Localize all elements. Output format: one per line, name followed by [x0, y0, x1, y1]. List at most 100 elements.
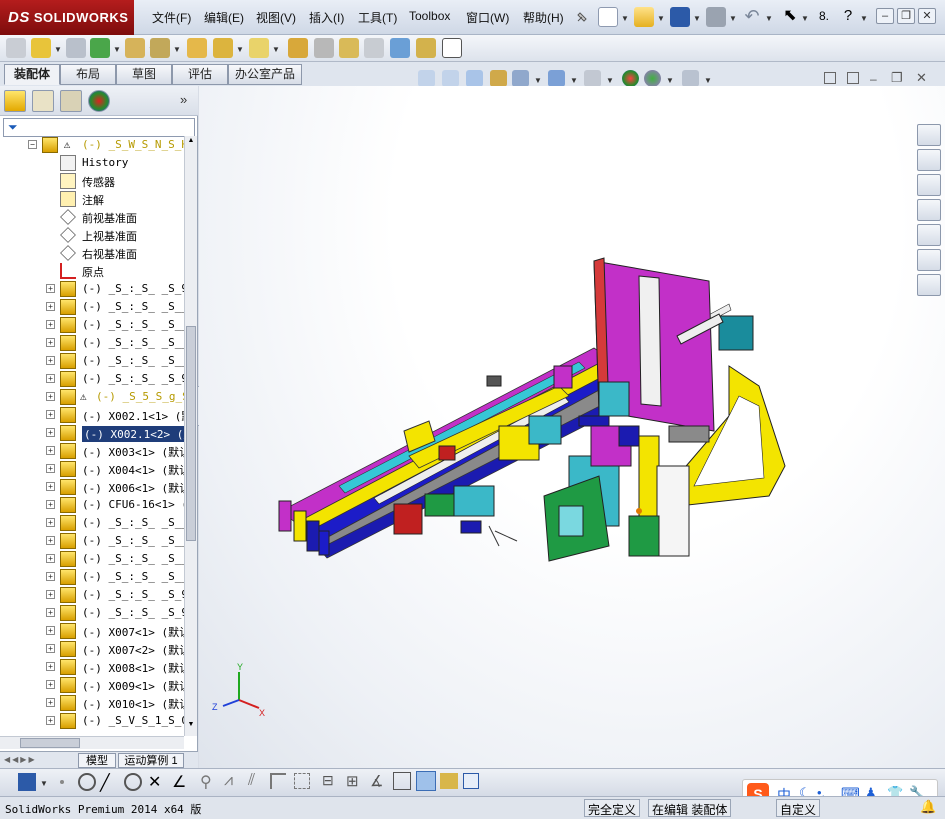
tree-item[interactable]: + (-) X002.1<1> (默: [0, 406, 184, 424]
tree-item[interactable]: + (-) X007<1> (默认: [0, 622, 184, 640]
scroll-down-arrow[interactable]: ▼: [186, 721, 196, 731]
viewport-tile-left-icon[interactable]: [824, 72, 836, 84]
display-manager-tab-icon[interactable]: [88, 90, 110, 112]
tree-item[interactable]: + (-) _S_:_S_ _S___: [0, 550, 184, 568]
pin-icon[interactable]: [572, 7, 592, 27]
hscroll-thumb[interactable]: [20, 738, 80, 748]
status-help-icon[interactable]: 🔔: [920, 799, 936, 815]
tree-item[interactable]: + (-) _S_:_S_ _S_9_: [0, 586, 184, 604]
tree-item[interactable]: + (-) _S_:_S_ _S_9_: [0, 604, 184, 622]
expand-toggle[interactable]: +: [46, 518, 55, 527]
expand-toggle[interactable]: +: [46, 392, 55, 401]
expand-toggle[interactable]: +: [46, 284, 55, 293]
filter-funnel-icon[interactable]: ⏷: [8, 120, 18, 135]
undo-dropdown-arrow[interactable]: ▼: [765, 14, 773, 23]
save-icon[interactable]: [670, 7, 690, 27]
tree-vertical-scrollbar[interactable]: ▲ ▼: [184, 136, 197, 736]
tree-item[interactable]: + (-) X002.1<2> (默: [0, 424, 184, 442]
previous-view-icon[interactable]: [466, 70, 483, 87]
apply-scene-dropdown[interactable]: ▼: [666, 76, 674, 85]
menu-view[interactable]: 视图(V): [256, 9, 296, 26]
take-snapshot-icon[interactable]: [442, 38, 462, 58]
show-hidden-components-icon[interactable]: [187, 38, 207, 58]
assembly-features-icon[interactable]: [213, 38, 233, 58]
solidworks-logo[interactable]: DS SOLIDWORKS: [0, 0, 134, 35]
graphics-area[interactable]: Y X Z: [199, 86, 945, 768]
expand-toggle[interactable]: +: [46, 356, 55, 365]
open-dropdown-arrow[interactable]: ▼: [657, 14, 665, 23]
help-dropdown-arrow[interactable]: ▼: [860, 14, 868, 23]
tree-item[interactable]: + (-) _S_:_S_ _S___: [0, 316, 184, 334]
tree-item[interactable]: 注解: [0, 190, 184, 208]
expand-toggle[interactable]: +: [46, 302, 55, 311]
edit-component-icon[interactable]: [6, 38, 26, 58]
tree-item[interactable]: 前视基准面: [0, 208, 184, 226]
instant3d-icon[interactable]: [390, 38, 410, 58]
configuration-manager-tab-icon[interactable]: [60, 90, 82, 112]
tree-item[interactable]: 原点: [0, 262, 184, 280]
expand-toggle[interactable]: +: [46, 572, 55, 581]
menu-help[interactable]: 帮助(H): [523, 9, 564, 26]
sketch-icon[interactable]: [124, 773, 142, 791]
custom-properties-icon[interactable]: [917, 274, 941, 296]
select-pointer-icon[interactable]: ⬉: [780, 7, 800, 27]
tree-item[interactable]: + (-) _S_:_S_ _S___: [0, 514, 184, 532]
move-component-icon[interactable]: [150, 38, 170, 58]
save-icon-bottom[interactable]: [18, 773, 36, 791]
reference-geometry-dropdown[interactable]: ▼: [272, 45, 280, 54]
feature-manager-tab-icon[interactable]: [4, 90, 26, 112]
tree-item[interactable]: + (-) X007<2> (默认: [0, 640, 184, 658]
tree-root-row[interactable]: − ⚠ (-) _S_W_S_N_S_H_: [0, 136, 184, 154]
slot-icon[interactable]: ⫽: [248, 772, 255, 790]
corner-rectangle-icon[interactable]: [270, 773, 286, 789]
home-icon[interactable]: [917, 149, 941, 171]
tab-layout[interactable]: 布局: [60, 64, 116, 85]
smart-fasteners-icon[interactable]: [125, 38, 145, 58]
display-style-dropdown[interactable]: ▼: [570, 76, 578, 85]
linear-pattern-icon[interactable]: [90, 38, 110, 58]
menu-toolbox[interactable]: Toolbox: [409, 9, 450, 23]
tab-model[interactable]: 模型: [78, 753, 116, 768]
hide-show-dropdown[interactable]: ▼: [606, 76, 614, 85]
component-properties-icon[interactable]: [440, 773, 458, 789]
tree-item[interactable]: + (-) X003<1> (默认: [0, 442, 184, 460]
expand-toggle[interactable]: +: [46, 590, 55, 599]
viewport-minimize-button[interactable]: –: [870, 72, 877, 86]
tab-scroll-arrows[interactable]: ◀◀▶▶: [4, 755, 37, 764]
reference-geometry-icon[interactable]: [249, 38, 269, 58]
isometric-view-icon[interactable]: [393, 772, 411, 790]
menu-edit[interactable]: 编辑(E): [204, 9, 244, 26]
tree-item[interactable]: 上视基准面: [0, 226, 184, 244]
tree-item[interactable]: + (-) _S_:_S_ _S_9_: [0, 280, 184, 298]
assembly-features-dropdown[interactable]: ▼: [236, 45, 244, 54]
select-dropdown-arrow[interactable]: ▼: [801, 14, 809, 23]
property-manager-tab-icon[interactable]: [32, 90, 54, 112]
save-dropdown-arrow[interactable]: ▼: [693, 14, 701, 23]
minimize-button[interactable]: –: [876, 8, 894, 24]
view-orientation-icon[interactable]: [512, 70, 529, 87]
relations-icon[interactable]: ⩘: [224, 772, 233, 790]
expand-toggle[interactable]: +: [46, 716, 55, 725]
tree-item[interactable]: + (-) _S_:_S_ _S___: [0, 334, 184, 352]
expand-toggle[interactable]: +: [46, 608, 55, 617]
grid-icon[interactable]: ⊞: [346, 772, 359, 790]
tree-item[interactable]: + (-) _S_:_S_ _S___: [0, 298, 184, 316]
print-icon[interactable]: [706, 7, 726, 27]
print-dropdown-arrow[interactable]: ▼: [729, 14, 737, 23]
view-settings-icon[interactable]: [682, 70, 699, 87]
viewport-tile-right-icon[interactable]: [847, 72, 859, 84]
tab-motion-study-1[interactable]: 运动算例 1: [118, 753, 184, 768]
tab-assembly[interactable]: 装配体: [4, 64, 60, 85]
point-icon[interactable]: [60, 780, 64, 784]
tree-item[interactable]: + (-) CFU6-16<1> (: [0, 496, 184, 514]
view-palette-icon[interactable]: [917, 224, 941, 246]
file-explorer-icon[interactable]: [917, 199, 941, 221]
menu-window[interactable]: 窗口(W): [466, 9, 509, 26]
scroll-up-arrow[interactable]: ▲: [186, 137, 196, 147]
hide-show-items-icon[interactable]: [584, 70, 601, 87]
expand-toggle[interactable]: +: [46, 320, 55, 329]
section-view-icon[interactable]: [490, 70, 507, 87]
exploded-view-icon[interactable]: [339, 38, 359, 58]
view-settings-dropdown[interactable]: ▼: [704, 76, 712, 85]
line-icon[interactable]: ╱: [100, 773, 110, 793]
